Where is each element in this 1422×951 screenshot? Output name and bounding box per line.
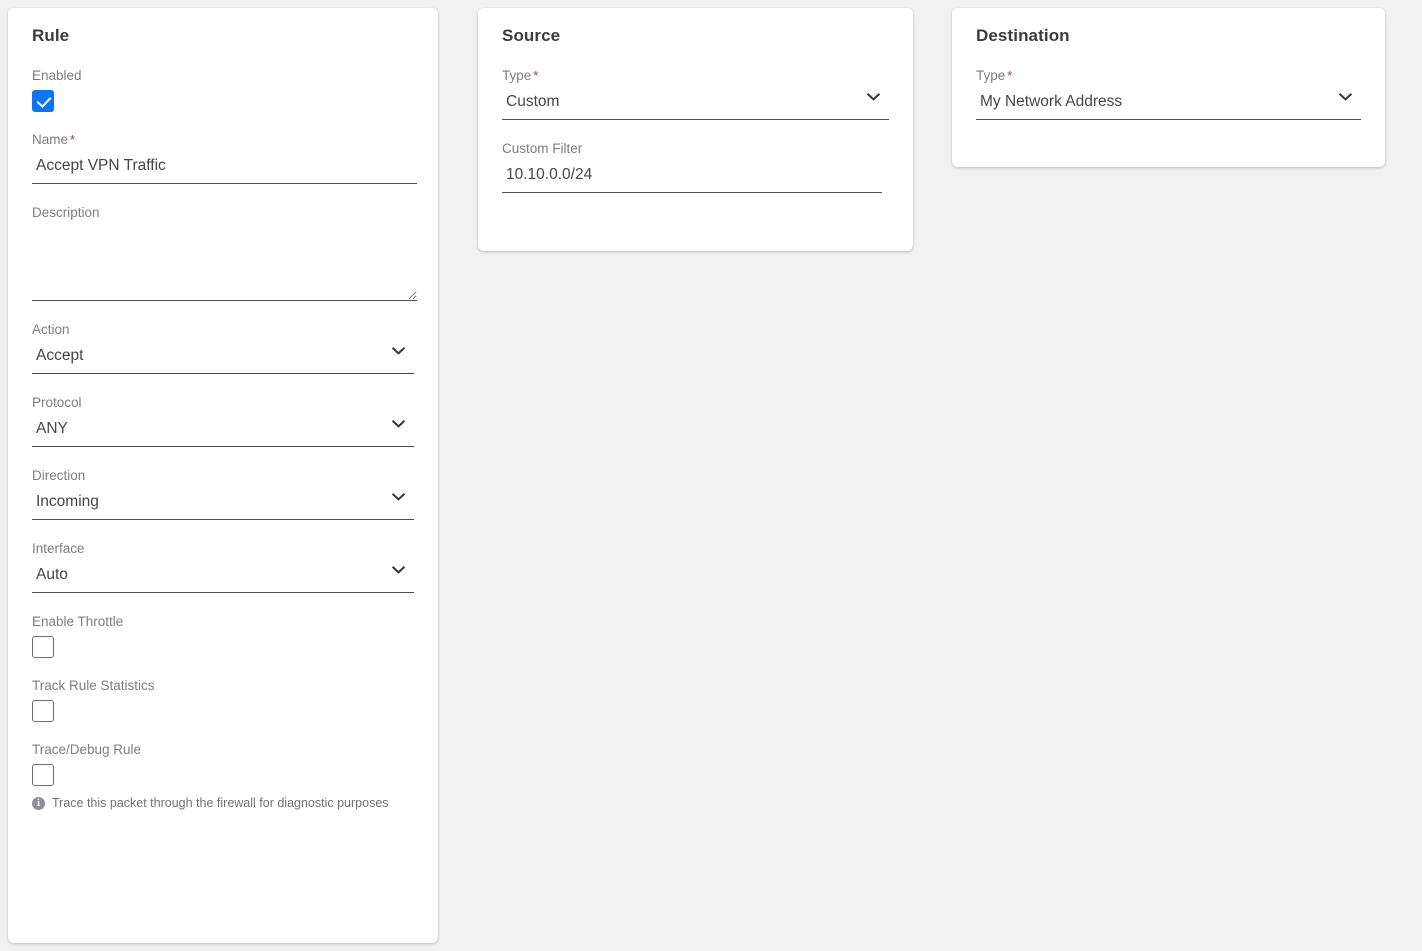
source-custom-filter-field: Custom Filter [502, 141, 889, 193]
enabled-label: Enabled [32, 68, 82, 83]
destination-type-select[interactable]: My Network AddressCustomAny [976, 90, 1361, 120]
source-type-required-asterisk: * [533, 68, 539, 83]
enabled-checkbox[interactable] [32, 90, 54, 112]
action-label: Action [32, 322, 70, 337]
trace-debug-rule-label: Trace/Debug Rule [32, 742, 142, 757]
name-input[interactable] [32, 154, 417, 184]
description-field: Description [32, 205, 417, 301]
trace-debug-rule-hint-text: Trace this packet through the firewall f… [52, 796, 389, 810]
interface-field: Interface Auto [32, 541, 414, 593]
direction-field: Direction IncomingOutgoing [32, 468, 414, 520]
destination-card-title: Destination [976, 26, 1070, 45]
name-label-text: Name [32, 132, 69, 147]
enabled-field: Enabled [32, 68, 414, 112]
enable-throttle-field: Enable Throttle [32, 614, 414, 658]
direction-select[interactable]: IncomingOutgoing [32, 490, 414, 520]
enable-throttle-label: Enable Throttle [32, 614, 124, 629]
rule-card-title: Rule [32, 26, 70, 45]
destination-type-field: Type* My Network AddressCustomAny [976, 68, 1361, 120]
name-required-asterisk: * [70, 132, 76, 147]
direction-label: Direction [32, 468, 86, 483]
track-rule-statistics-label: Track Rule Statistics [32, 678, 155, 693]
source-type-field: Type* CustomMy Network AddressAny [502, 68, 889, 120]
description-label: Description [32, 205, 100, 220]
description-textarea[interactable] [32, 227, 417, 301]
action-field: Action AcceptDropReject [32, 322, 414, 374]
destination-type-label-text: Type [976, 68, 1006, 83]
name-field: Name * [32, 132, 417, 184]
action-select[interactable]: AcceptDropReject [32, 344, 414, 374]
track-rule-statistics-checkbox[interactable] [32, 700, 54, 722]
track-rule-statistics-field: Track Rule Statistics [32, 678, 414, 722]
trace-debug-rule-checkbox[interactable] [32, 764, 54, 786]
name-label: Name * [32, 132, 414, 148]
source-type-label: Type * [502, 68, 889, 84]
protocol-field: Protocol ANYTCPUDPICMP [32, 395, 414, 447]
trace-debug-rule-hint: i Trace this packet through the firewall… [32, 795, 404, 811]
source-custom-filter-input[interactable] [502, 163, 882, 193]
destination-type-required-asterisk: * [1007, 68, 1013, 83]
interface-label: Interface [32, 541, 85, 556]
destination-card: Destination Type* My Network AddressCust… [952, 8, 1385, 167]
source-card-title: Source [502, 26, 561, 45]
protocol-select[interactable]: ANYTCPUDPICMP [32, 417, 414, 447]
source-custom-filter-label: Custom Filter [502, 141, 583, 156]
protocol-label: Protocol [32, 395, 82, 410]
source-type-label-text: Type [502, 68, 532, 83]
enable-throttle-checkbox[interactable] [32, 636, 54, 658]
firewall-rule-editor: Rule Enabled Name* Description Action [0, 0, 1422, 951]
rule-card: Rule Enabled Name* Description Action [8, 8, 438, 943]
destination-type-label: Type * [976, 68, 1361, 84]
interface-select[interactable]: Auto [32, 563, 414, 593]
trace-debug-rule-field: Trace/Debug Rule i Trace this packet thr… [32, 742, 414, 811]
source-type-select[interactable]: CustomMy Network AddressAny [502, 90, 889, 120]
info-icon: i [32, 797, 45, 810]
source-card: Source Type* CustomMy Network AddressAny… [478, 8, 913, 251]
